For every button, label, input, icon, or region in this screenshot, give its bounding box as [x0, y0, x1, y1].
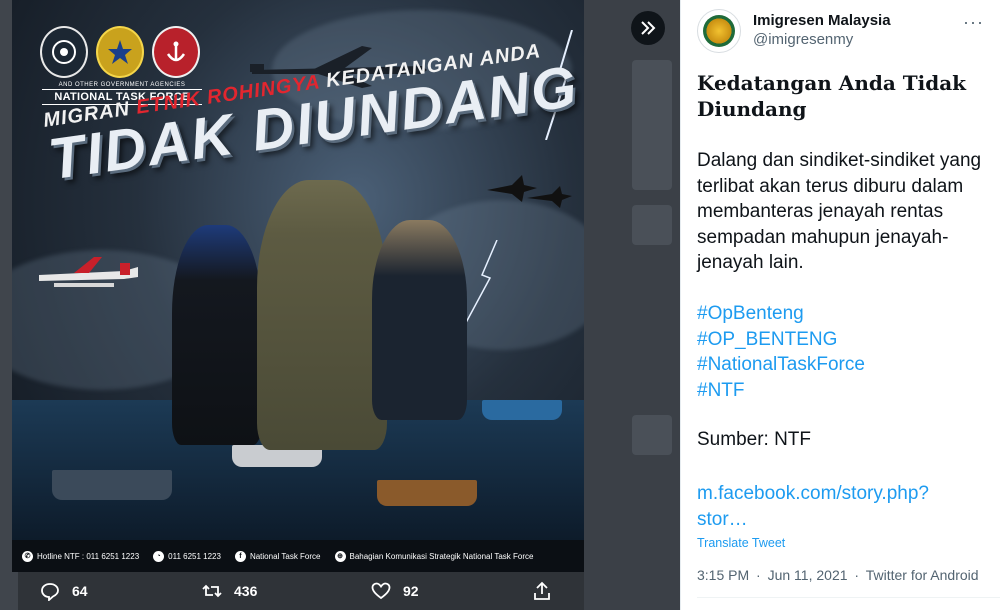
external-link[interactable]: m.facebook.com/story.php?stor…: [697, 481, 967, 533]
footer-website: ⊕ Bahagian Komunikasi Strategik National…: [334, 550, 534, 562]
facebook-icon: f: [234, 550, 246, 562]
police-officer-figure: [172, 225, 262, 445]
whatsapp-icon: ◔: [153, 550, 165, 562]
share-icon: [534, 581, 550, 600]
tweet-metadata: 3:15 PM · Jun 11, 2021 · Twitter for And…: [697, 567, 979, 583]
tweet-body: Dalang dan sindiket-sindiket yang terlib…: [697, 150, 982, 273]
background-ghost-card: [632, 415, 672, 455]
hashtag-link[interactable]: #OP_BENTENG: [697, 327, 993, 353]
tweet-action-bar: 64 436 92: [0, 572, 680, 610]
tweet-time[interactable]: 3:15 PM: [697, 567, 749, 583]
tweet-image[interactable]: AND OTHER GOVERNMENT AGENCIES NATIONAL T…: [12, 0, 584, 572]
retweet-count: 436: [234, 583, 258, 599]
footer-hotline-text: Hotline NTF : 011 6251 1223: [37, 551, 140, 561]
poster-footer: ✆ Hotline NTF : 011 6251 1223 ◔ 011 6251…: [12, 540, 584, 572]
author-handle[interactable]: @imigresenmy: [753, 31, 891, 48]
reply-icon: [41, 583, 59, 601]
tweet-detail-panel: Imigresen Malaysia @imigresenmy ··· Keda…: [680, 0, 1000, 610]
immigration-emblem-icon: [703, 15, 735, 47]
more-options-button[interactable]: ···: [963, 12, 984, 33]
hashtag-link[interactable]: #NationalTaskForce: [697, 352, 993, 378]
author-name[interactable]: Imigresen Malaysia: [753, 12, 891, 29]
like-button[interactable]: 92: [371, 581, 419, 601]
footer-facebook-text: National Task Force: [249, 551, 321, 561]
crowded-boat: [52, 470, 172, 500]
hashtag-link[interactable]: #OpBenteng: [697, 301, 993, 327]
background-ghost-card: [632, 205, 672, 245]
globe-icon: ⊕: [334, 550, 346, 562]
fighter-jets: [487, 175, 572, 208]
agency-caption-small: AND OTHER GOVERNMENT AGENCIES: [58, 82, 186, 88]
double-chevron-right-icon: [641, 21, 656, 35]
divider: [697, 597, 1000, 598]
tweet-source-credit: Sumber: NTF: [697, 429, 812, 450]
soldier-figure: [257, 180, 387, 450]
police-emblem-icon: [40, 26, 88, 78]
footer-whatsapp-text: 011 6251 1223: [168, 551, 221, 561]
phone-icon: ✆: [22, 550, 33, 562]
migrant-boat: [377, 480, 477, 506]
reply-count: 64: [72, 583, 88, 599]
translate-tweet-link[interactable]: Translate Tweet: [697, 536, 785, 550]
reply-button[interactable]: 64: [40, 581, 88, 601]
hashtag-link[interactable]: #NTF: [697, 378, 993, 404]
like-count: 92: [403, 583, 419, 599]
agency-logos: [40, 26, 200, 78]
meta-separator: ·: [854, 567, 860, 583]
footer-website-text: Bahagian Komunikasi Strategik National T…: [349, 551, 534, 561]
maritime-emblem-icon: [152, 26, 200, 78]
media-viewer: AND OTHER GOVERNMENT AGENCIES NATIONAL T…: [0, 0, 680, 610]
retweet-icon: [202, 584, 222, 598]
tweet-title: Kedatangan Anda Tidak Diundang: [697, 71, 967, 121]
footer-facebook: f National Task Force: [234, 550, 321, 562]
patrol-boat: [482, 400, 562, 420]
background-timeline-right: [584, 0, 680, 610]
armed-forces-emblem-icon: [96, 26, 144, 78]
heart-icon: [371, 582, 391, 600]
collapse-panel-button[interactable]: [631, 11, 665, 45]
tweet-client[interactable]: Twitter for Android: [866, 567, 979, 583]
tweet-date[interactable]: Jun 11, 2021: [768, 567, 848, 583]
maritime-officer-figure: [372, 220, 467, 420]
footer-whatsapp: ◔ 011 6251 1223: [153, 550, 221, 562]
retweet-button[interactable]: 436: [202, 581, 257, 601]
tweet-author[interactable]: Imigresen Malaysia @imigresenmy: [697, 9, 891, 53]
more-dots-icon: ···: [963, 12, 984, 32]
avatar[interactable]: [697, 9, 741, 53]
background-ghost-card: [632, 60, 672, 190]
author-info: Imigresen Malaysia @imigresenmy: [753, 9, 891, 48]
hashtag-list: #OpBenteng #OP_BENTENG #NationalTaskForc…: [697, 301, 993, 403]
seaplane: [39, 257, 138, 287]
share-button[interactable]: [532, 581, 552, 601]
meta-separator: ·: [756, 567, 761, 583]
footer-hotline: ✆ Hotline NTF : 011 6251 1223: [22, 550, 140, 562]
